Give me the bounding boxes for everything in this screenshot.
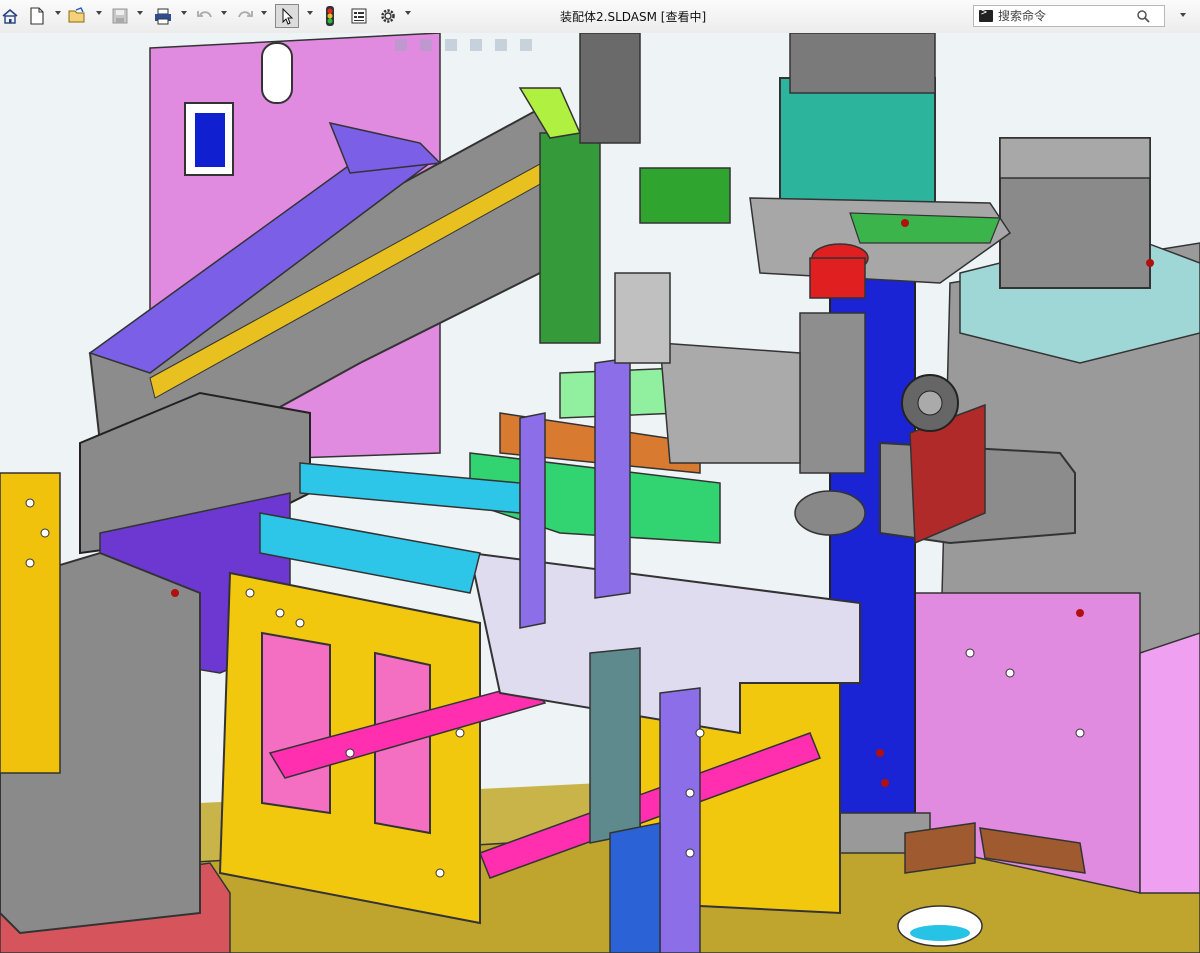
top-cylinder: [579, 33, 641, 144]
violet-upright-2: [594, 357, 631, 599]
grey-guide-block: [659, 342, 801, 464]
options-dropdown-chevron-down-icon[interactable]: [405, 11, 411, 15]
home-icon[interactable]: [0, 4, 20, 28]
redo-dropdown-chevron-down-icon[interactable]: [261, 11, 267, 15]
search-icon[interactable]: [1136, 9, 1150, 26]
green-bracket-top: [639, 167, 731, 224]
green-mount-plate: [849, 212, 1001, 244]
section-view-icon[interactable]: [470, 39, 482, 51]
search-dropdown-chevron-down-icon[interactable]: [1180, 13, 1186, 17]
frame-window-1: [261, 631, 331, 815]
save-icon[interactable]: [110, 4, 130, 28]
teal-hanging-block: [589, 647, 641, 844]
left-yellow-post: [0, 472, 61, 774]
spindle-pulley: [794, 490, 866, 536]
open-dropdown-chevron-down-icon[interactable]: [96, 11, 102, 15]
graphics-viewport[interactable]: [0, 33, 1200, 953]
undo-icon[interactable]: [195, 4, 215, 28]
timing-pulley-hub: [917, 390, 943, 416]
view-orientation-icon[interactable]: [495, 39, 507, 51]
window-cutout-blue: [195, 113, 225, 167]
magenta-right-side: [1139, 632, 1200, 894]
zoom-area-icon[interactable]: [420, 39, 432, 51]
new-document-icon[interactable]: [27, 4, 47, 28]
redo-icon[interactable]: [235, 4, 255, 28]
grey-motor-top: [789, 33, 936, 94]
select-pointer-icon[interactable]: [275, 4, 299, 28]
command-prompt-icon: [979, 7, 993, 22]
green-vertical-plate: [539, 132, 601, 344]
open-folder-icon[interactable]: [66, 4, 88, 28]
save-dropdown-chevron-down-icon[interactable]: [137, 11, 143, 15]
display-style-icon[interactable]: [520, 39, 532, 51]
stepper-motor-cap: [999, 137, 1151, 179]
command-search-box[interactable]: [973, 5, 1165, 27]
blue-lower-block: [609, 822, 661, 953]
assembly-3d-model: [0, 33, 1200, 953]
print-dropdown-chevron-down-icon[interactable]: [181, 11, 187, 15]
print-icon[interactable]: [152, 4, 174, 28]
new-dropdown-chevron-down-icon[interactable]: [55, 11, 61, 15]
zoom-to-fit-icon[interactable]: [395, 39, 407, 51]
slot-cutout: [261, 42, 293, 104]
undo-dropdown-chevron-down-icon[interactable]: [221, 11, 227, 15]
window-title: 装配体2.SLDASM [查看中]: [560, 10, 707, 24]
mini-cylinder: [614, 272, 671, 364]
previous-view-icon[interactable]: [445, 39, 457, 51]
floor-hole-cyan: [910, 925, 970, 941]
violet-upright-1: [519, 412, 546, 629]
file-properties-icon[interactable]: [349, 4, 369, 28]
traffic-light-icon[interactable]: [322, 4, 338, 28]
spindle-gripper: [799, 312, 866, 474]
top-toolbar: 装配体2.SLDASM [查看中]: [0, 0, 1200, 34]
search-input[interactable]: [998, 7, 1108, 25]
select-dropdown-chevron-down-icon[interactable]: [307, 11, 313, 15]
options-gear-icon[interactable]: [377, 4, 399, 28]
violet-upright-3: [659, 687, 701, 953]
red-coupling-body: [809, 257, 866, 299]
